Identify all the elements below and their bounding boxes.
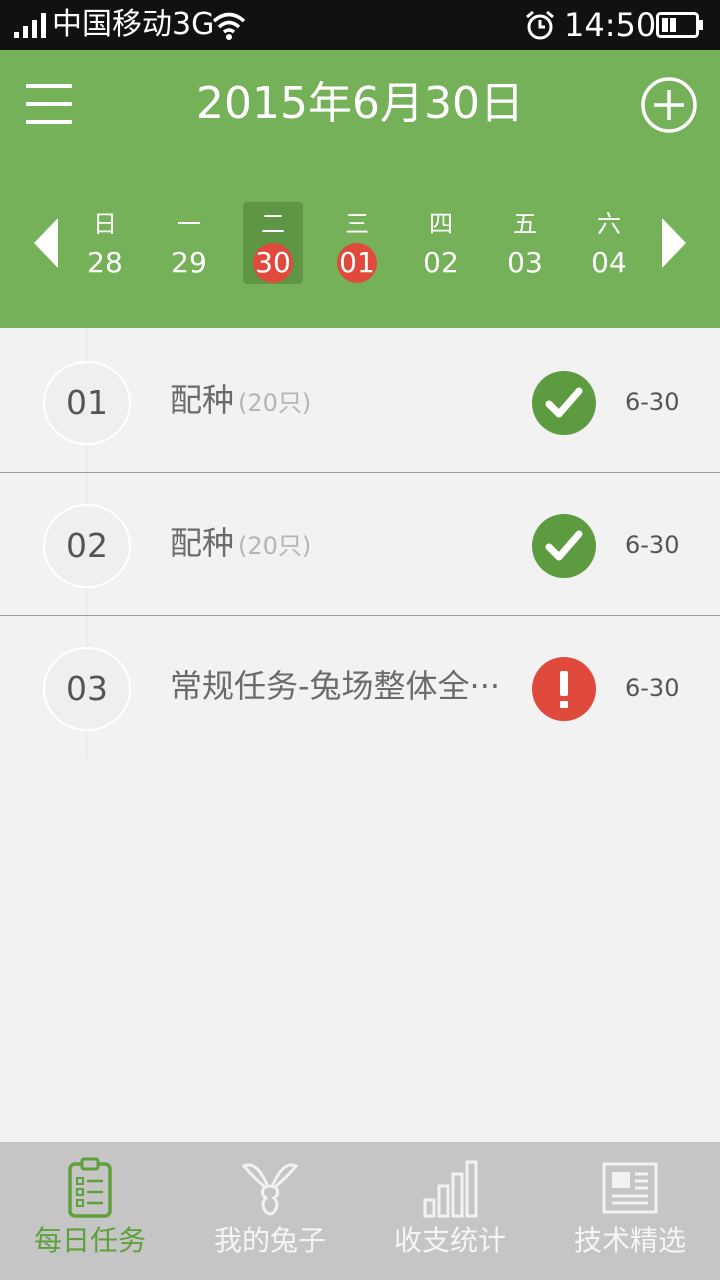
day-number: 02 [423,246,459,279]
tab-daily-tasks[interactable]: 每日任务 [0,1142,180,1280]
newspaper-icon [602,1162,658,1214]
battery-icon [656,12,703,38]
wifi-icon [212,12,246,40]
task-title: 常规任务-兔场整体全··· [170,666,504,709]
day-04[interactable]: 六 04 [579,202,639,284]
carrier-label: 中国移动3G [52,7,215,42]
task-date: 6-30 [625,674,680,702]
checkmark-icon [545,530,583,561]
task-number-badge: 03 [43,647,131,731]
next-week-arrow-icon[interactable] [660,216,688,270]
tab-label: 收支统计 [393,1224,506,1257]
day-number: 29 [171,246,207,279]
weekday-label: 二 [261,210,285,238]
status-warning-badge[interactable] [532,657,596,721]
tab-label: 每日任务 [33,1224,146,1257]
day-number: 01 [339,246,375,279]
task-date: 6-30 [625,531,680,559]
rabbit-icon [241,1163,299,1216]
menu-icon [26,84,72,88]
alarm-icon [526,10,554,40]
task-title-text: 常规任务-兔场整体全··· [170,667,501,705]
day-number: 28 [87,246,123,279]
day-30-selected[interactable]: 二 30 [243,202,303,284]
task-title: 配种 (20只) [170,523,311,566]
weekday-label: 六 [597,210,621,238]
exclamation-icon [560,671,568,708]
tab-label: 我的兔子 [213,1224,326,1257]
day-number: 04 [591,246,627,279]
status-done-badge[interactable] [532,514,596,578]
clipboard-checklist-icon [68,1157,112,1218]
menu-button[interactable] [26,84,74,124]
status-done-badge[interactable] [532,371,596,435]
day-03[interactable]: 五 03 [495,202,555,284]
task-date: 6-30 [625,388,680,416]
checkmark-icon [545,387,583,418]
tab-finance-stats[interactable]: 收支统计 [360,1142,540,1280]
prev-week-arrow-icon[interactable] [32,216,60,270]
task-title-text: 配种 [170,381,235,419]
bottom-tab-bar: 每日任务 我的兔子 收支统计 技术精选 [0,1142,720,1280]
day-number: 30 [255,246,291,279]
weekday-label: 日 [93,210,117,238]
clock-time: 14:50 [564,6,657,44]
signal-icon [14,13,46,38]
task-count: (20只) [238,389,312,417]
task-title: 配种 (20只) [170,380,311,423]
task-row[interactable]: 01 配种 (20只) 6-30 [0,330,720,473]
day-number: 03 [507,246,543,279]
bar-chart-icon [423,1160,478,1218]
weekday-label: 四 [429,210,453,238]
task-row[interactable]: 02 配种 (20只) 6-30 [0,473,720,616]
add-task-button[interactable] [640,76,698,134]
status-bar: 中国移动3G 14:50 [0,0,720,50]
add-circle-icon [641,77,697,133]
day-02[interactable]: 四 02 [411,202,471,284]
task-row[interactable]: 03 常规任务-兔场整体全··· 6-30 [0,616,720,759]
tab-my-rabbits[interactable]: 我的兔子 [180,1142,360,1280]
task-number-badge: 02 [43,504,131,588]
weekday-label: 三 [345,210,369,238]
task-title-text: 配种 [170,524,235,562]
day-28[interactable]: 日 28 [75,202,135,284]
page-title: 2015年6月30日 [196,78,524,129]
day-01[interactable]: 三 01 [327,202,387,284]
task-count: (20只) [238,532,312,560]
weekday-label: 一 [177,210,201,238]
weekday-label: 五 [513,210,537,238]
task-number-badge: 01 [43,361,131,445]
app-header: 2015年6月30日 日 28 一 29 二 30 三 01 四 02 五 03… [0,50,720,328]
tab-tech-articles[interactable]: 技术精选 [540,1142,720,1280]
day-29[interactable]: 一 29 [159,202,219,284]
tab-label: 技术精选 [573,1224,686,1257]
